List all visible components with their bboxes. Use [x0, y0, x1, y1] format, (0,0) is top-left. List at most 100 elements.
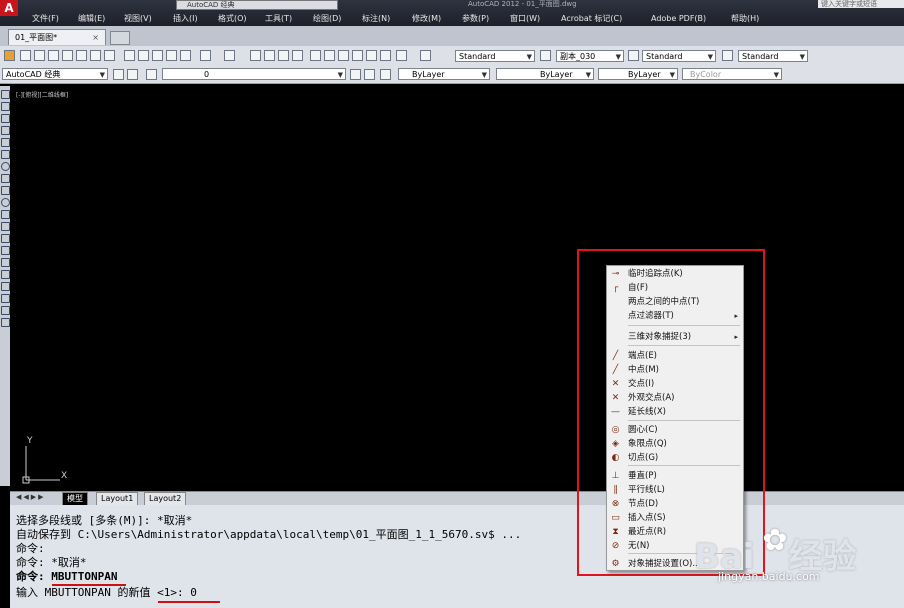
close-icon[interactable]: × [92, 30, 99, 45]
ellipse-arc-icon[interactable] [1, 210, 10, 219]
new-tab-button[interactable] [110, 31, 130, 45]
lineweight-select[interactable]: ByLayer ▼ [598, 68, 678, 80]
make-block-icon[interactable] [1, 234, 10, 243]
context-menu-item[interactable]: ⊸ 临时追踪点(K) [606, 268, 744, 281]
menu-edit[interactable]: 编辑(E) [78, 12, 105, 25]
redo-icon[interactable] [224, 50, 235, 61]
menu-help[interactable]: 帮助(H) [731, 12, 759, 25]
menu-window[interactable]: 窗口(W) [510, 12, 540, 25]
menu-tools[interactable]: 工具(T) [265, 12, 292, 25]
context-menu-item[interactable]: ⊥ 垂直(P) [606, 470, 744, 483]
pan-icon[interactable] [250, 50, 261, 61]
add-selected-icon[interactable] [1, 318, 10, 327]
menu-insert[interactable]: 插入(I) [173, 12, 198, 25]
plot-icon[interactable] [62, 50, 73, 61]
context-menu-item[interactable]: ✕ 交点(I) [606, 378, 744, 391]
autocad-logo-icon[interactable]: A [0, 0, 18, 16]
layer-previous-icon[interactable] [364, 69, 375, 80]
ellipse-icon[interactable] [1, 198, 10, 207]
markup-icon[interactable] [366, 50, 377, 61]
context-menu-item[interactable]: — 延长线(X) [606, 406, 744, 419]
insert-block-icon[interactable] [1, 222, 10, 231]
context-menu-item[interactable]: 点过滤器(T) ▸ [606, 310, 744, 323]
context-menu-item[interactable]: 三维对象捕捉(3) ▸ [606, 331, 744, 344]
table-style-select[interactable]: Standard ▼ [642, 50, 716, 62]
revision-cloud-icon[interactable] [1, 174, 10, 183]
3d-print-icon[interactable] [104, 50, 115, 61]
context-menu-item[interactable]: ╱ 中点(M) [606, 364, 744, 377]
mtext-icon[interactable] [1, 306, 10, 315]
spline-icon[interactable] [1, 186, 10, 195]
point-icon[interactable] [1, 246, 10, 255]
menu-file[interactable]: 文件(F) [32, 12, 59, 25]
context-menu-item[interactable]: ╱ 端点(E) [606, 350, 744, 363]
paste-icon[interactable] [152, 50, 163, 61]
match-properties-icon[interactable] [166, 50, 177, 61]
menu-modify[interactable]: 修改(M) [412, 12, 441, 25]
gradient-icon[interactable] [1, 270, 10, 279]
workspace-settings-icon[interactable] [113, 69, 124, 80]
help-icon[interactable] [396, 50, 407, 61]
preview-icon[interactable] [76, 50, 87, 61]
block-editor-icon[interactable] [180, 50, 191, 61]
tab-model[interactable]: 模型 [62, 492, 88, 505]
sheet-set-icon[interactable] [352, 50, 363, 61]
customize-icon[interactable] [127, 69, 138, 80]
context-menu-item[interactable]: 两点之间的中点(T) [606, 296, 744, 309]
undo-icon[interactable] [200, 50, 211, 61]
rectangle-icon[interactable] [1, 138, 10, 147]
menu-acrobat[interactable]: Acrobat 标记(C) [561, 12, 622, 25]
workspace-icon[interactable] [4, 50, 15, 61]
layout-nav-arrows-icon[interactable]: ◀◀▶▶ [16, 493, 46, 501]
context-menu-item[interactable]: ⊗ 节点(D) [606, 498, 744, 511]
quickcalc-icon[interactable] [380, 50, 391, 61]
drawing-canvas[interactable] [10, 86, 904, 490]
zoom-previous-icon[interactable] [292, 50, 303, 61]
search-input[interactable]: 键入关键字或短语 [818, 0, 904, 8]
copy-icon[interactable] [138, 50, 149, 61]
zoom-window-icon[interactable] [278, 50, 289, 61]
menu-format[interactable]: 格式(O) [218, 12, 247, 25]
context-menu-item[interactable]: ◈ 象限点(Q) [606, 438, 744, 451]
tool-palettes-icon[interactable] [338, 50, 349, 61]
construction-line-icon[interactable] [1, 102, 10, 111]
menu-view[interactable]: 视图(V) [124, 12, 152, 25]
new-icon[interactable] [20, 50, 31, 61]
workspace-select[interactable]: AutoCAD 经典 ▼ [2, 68, 108, 80]
context-menu-item[interactable]: ✕ 外观交点(A) [606, 392, 744, 405]
text-style-select[interactable]: Standard ▼ [455, 50, 535, 62]
cut-icon[interactable] [124, 50, 135, 61]
circle-icon[interactable] [1, 162, 10, 171]
make-current-layer-icon[interactable] [350, 69, 361, 80]
menu-parametric[interactable]: 参数(P) [462, 12, 489, 25]
arc-icon[interactable] [1, 150, 10, 159]
multileader-style-select[interactable]: Standard ▼ [738, 50, 808, 62]
hatch-icon[interactable] [1, 258, 10, 267]
tab-drawing[interactable]: 01_平面图* × [8, 29, 106, 45]
menu-draw[interactable]: 绘图(D) [313, 12, 341, 25]
plot-style-select[interactable]: ByColor ▼ [682, 68, 782, 80]
polygon-icon[interactable] [1, 126, 10, 135]
design-center-icon[interactable] [324, 50, 335, 61]
context-menu-item[interactable]: ▭ 插入点(S) [606, 512, 744, 525]
color-select[interactable]: ByLayer ▼ [398, 68, 490, 80]
context-menu-item[interactable]: ∥ 平行线(L) [606, 484, 744, 497]
layer-select[interactable]: 0 ▼ [162, 68, 346, 80]
tab-layout1[interactable]: Layout1 [96, 492, 139, 505]
workspace-switcher[interactable]: AutoCAD 经典 [176, 0, 338, 10]
context-menu-item[interactable]: ◐ 切点(G) [606, 452, 744, 465]
menu-dimension[interactable]: 标注(N) [362, 12, 390, 25]
table-icon[interactable] [1, 294, 10, 303]
command-input-line[interactable]: 输入 MBUTTONPAN 的新值 <1>: 0 [16, 586, 197, 600]
menu-adobe-pdf[interactable]: Adobe PDF(B) [651, 12, 706, 25]
layer-state-icon[interactable] [380, 69, 391, 80]
properties-icon[interactable] [310, 50, 321, 61]
line-icon[interactable] [1, 90, 10, 99]
context-menu-item[interactable]: ┌ 自(F) [606, 282, 744, 295]
layer-manager-icon[interactable] [146, 69, 157, 80]
linetype-select[interactable]: ByLayer ▼ [496, 68, 594, 80]
open-icon[interactable] [34, 50, 45, 61]
viewport-controls[interactable]: [-][俯视][二维线框] [16, 90, 68, 99]
save-icon[interactable] [48, 50, 59, 61]
polyline-icon[interactable] [1, 114, 10, 123]
